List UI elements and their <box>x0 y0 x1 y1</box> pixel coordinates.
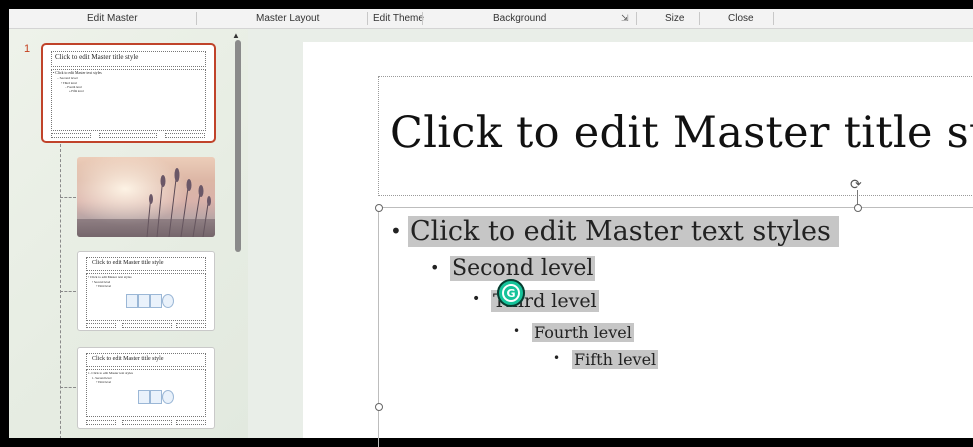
bullet-icon: • <box>390 219 402 243</box>
scroll-up-arrow-icon[interactable]: ▲ <box>232 31 240 40</box>
divider <box>636 12 637 25</box>
ribbon-group-labels: Edit Master Master Layout Edit Theme Bac… <box>9 9 973 29</box>
thumb-level-3: • Third level <box>96 380 111 384</box>
thumb-date-placeholder <box>86 323 116 328</box>
thumb-level-1: • Click to edit Master text styles <box>88 275 132 279</box>
thumb-title: Click to edit Master title style <box>92 260 164 266</box>
title-slide-layout-thumbnail[interactable] <box>77 157 215 237</box>
table-icon <box>138 390 150 404</box>
thumb-level-1: • Click to edit Master text styles <box>53 71 102 75</box>
group-background-label: Background <box>493 13 547 24</box>
slide-master-thumbnail[interactable]: Click to edit Master title style • Click… <box>41 43 216 143</box>
thumb-footer-placeholder <box>99 133 157 138</box>
thumb-level-5: » Fifth level <box>69 89 84 93</box>
chart-icon <box>138 294 150 308</box>
group-master-layout-label: Master Layout <box>256 13 320 24</box>
dialog-launcher-icon[interactable]: ⇲ <box>621 13 629 24</box>
group-close-label: Close <box>728 13 754 24</box>
thumb-title: Click to edit Master title style <box>55 53 139 61</box>
slide-thumbnail-pane[interactable]: 1 Click to edit Master title style • Cli… <box>9 29 248 438</box>
resize-handle[interactable] <box>375 204 383 212</box>
table-icon <box>126 294 138 308</box>
picture-icon <box>162 390 174 404</box>
title-content-layout-thumbnail[interactable]: Click to edit Master title style • Click… <box>77 251 215 331</box>
resize-handle[interactable] <box>854 204 862 212</box>
layout-connector <box>60 197 76 198</box>
group-edit-theme-label: Edit Theme <box>373 13 424 24</box>
slide-number: 1 <box>24 43 31 55</box>
layout-connector <box>60 387 76 388</box>
thumb-number-placeholder <box>165 133 205 138</box>
thumb-number-placeholder <box>176 323 206 328</box>
bullet-icon: • <box>472 291 481 307</box>
thumb-number-placeholder <box>176 420 206 425</box>
master-title-text[interactable]: Click to edit Master title sty <box>390 108 973 158</box>
thumb-date-placeholder <box>51 133 91 138</box>
text-level-3[interactable]: • Third level <box>472 290 599 312</box>
text-level-5[interactable]: • Fifth level <box>553 350 659 369</box>
thumb-footer-placeholder <box>122 323 172 328</box>
text-level-1[interactable]: • Click to edit Master text styles <box>390 216 839 247</box>
grammarly-icon[interactable]: G <box>497 279 525 307</box>
smartart-icon <box>150 294 162 308</box>
divider <box>196 12 197 25</box>
thumb-date-placeholder <box>86 420 116 425</box>
numbered-content-layout-thumbnail[interactable]: Click to edit Master title style 1. Clic… <box>77 347 215 429</box>
scrollbar-thumb[interactable] <box>235 40 241 252</box>
picture-icon <box>162 294 174 308</box>
lavender-photo <box>77 157 215 237</box>
thumb-title: Click to edit Master title style <box>92 356 164 362</box>
thumb-level-1: 1. Click to edit Master text styles <box>88 371 133 375</box>
thumb-level-2: – Second level <box>57 76 78 80</box>
chart-icon <box>150 390 162 404</box>
divider <box>422 12 423 25</box>
layout-connector <box>60 291 76 292</box>
resize-handle[interactable] <box>375 403 383 411</box>
bullet-icon: • <box>430 258 440 277</box>
group-edit-master-label: Edit Master <box>87 13 138 24</box>
thumb-footer-placeholder <box>122 420 172 425</box>
divider <box>699 12 700 25</box>
bullet-icon: • <box>513 324 521 338</box>
bullet-icon: • <box>553 351 561 365</box>
divider <box>773 12 774 25</box>
thumb-level-3: • Third level <box>96 284 111 288</box>
rotate-handle-icon[interactable]: ⟳ <box>850 176 862 193</box>
divider <box>367 12 368 25</box>
text-level-4[interactable]: • Fourth level <box>513 323 634 342</box>
group-size-label: Size <box>665 13 685 24</box>
text-level-2[interactable]: • Second level <box>430 256 596 281</box>
